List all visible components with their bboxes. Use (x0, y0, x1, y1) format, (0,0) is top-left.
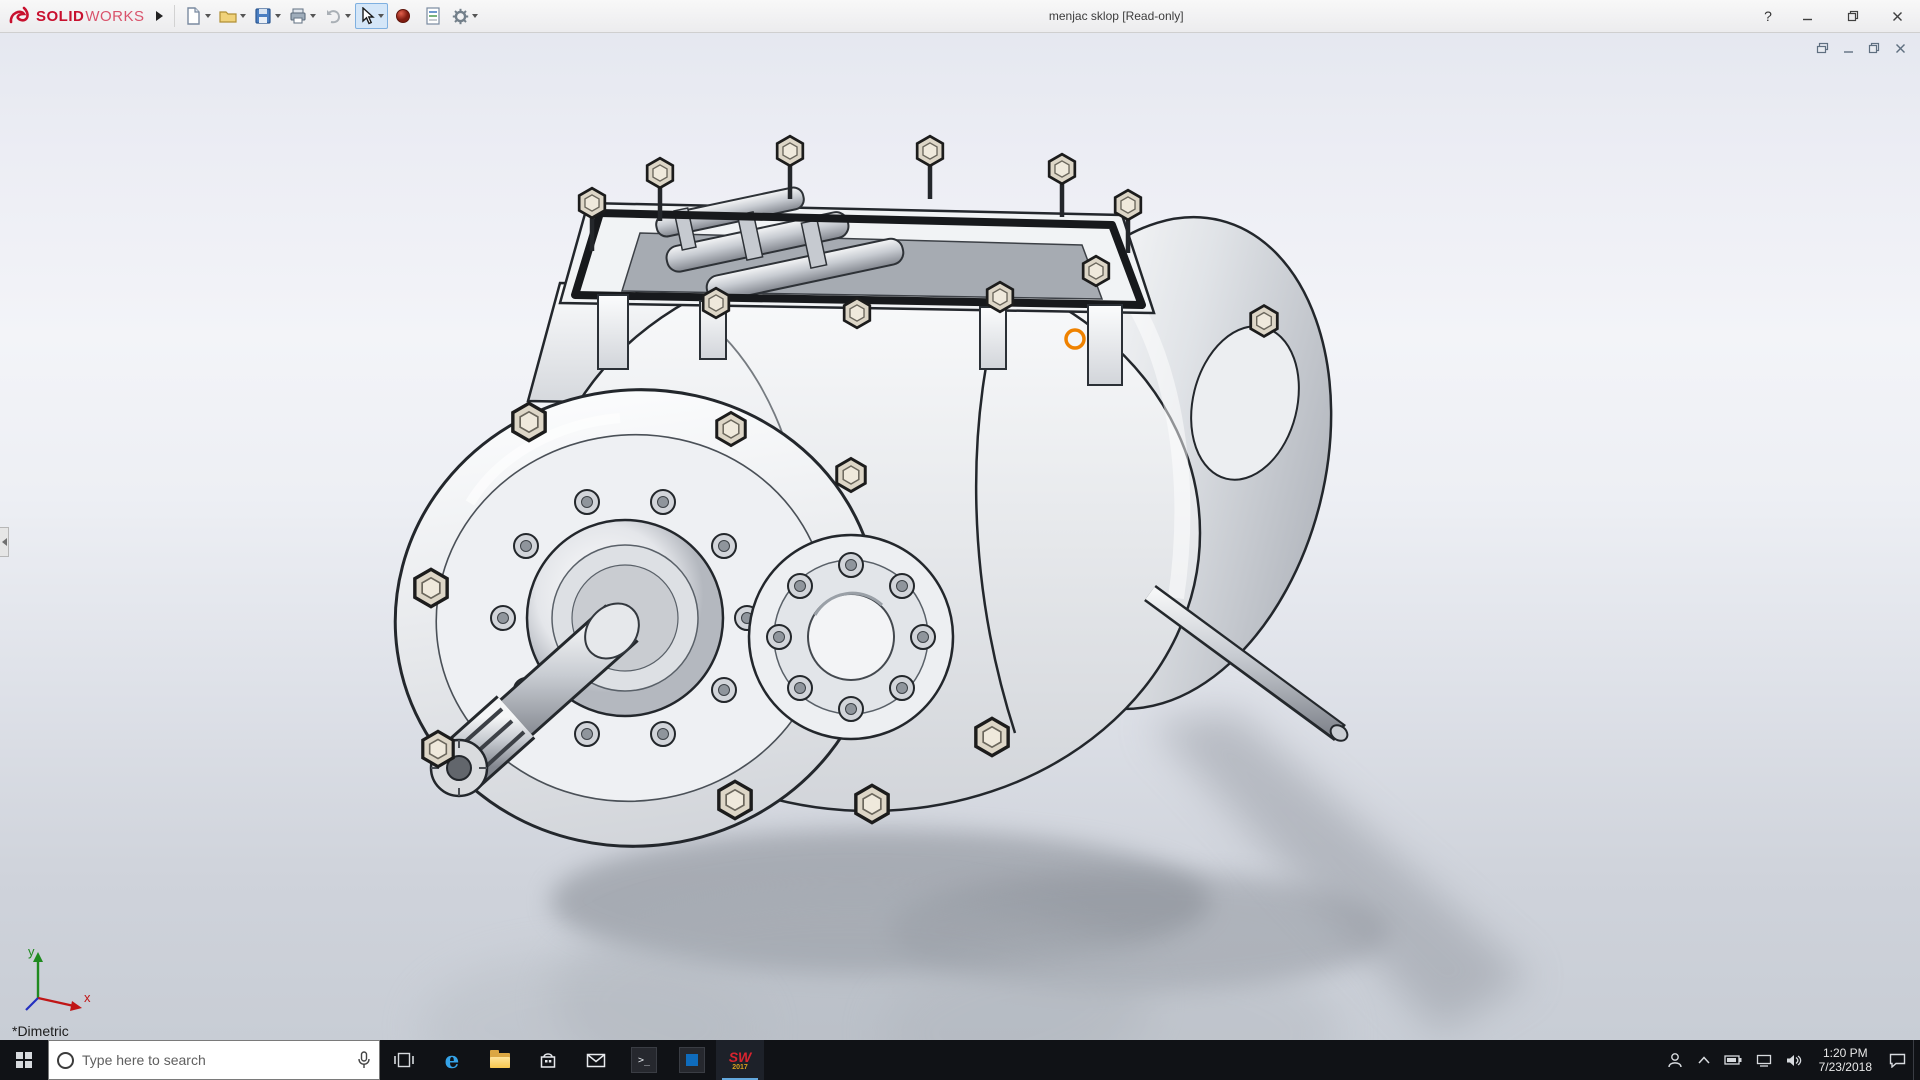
system-tray: 1:20 PM 7/23/2018 (1659, 1040, 1920, 1080)
help-button[interactable]: ? (1751, 8, 1785, 24)
new-document-button[interactable] (180, 3, 215, 29)
solidworks-2017-icon: SW 2017 (729, 1050, 752, 1071)
taskbar-command-prompt-button[interactable]: >_ (620, 1040, 668, 1080)
doc-restore-icon (1868, 42, 1880, 54)
select-button[interactable] (355, 3, 388, 29)
clock-date: 7/23/2018 (1819, 1060, 1872, 1074)
titlebar: SOLID WORKS (0, 0, 1920, 33)
appearances-button[interactable] (388, 3, 418, 29)
doc-minimize-button[interactable] (1838, 39, 1858, 57)
battery-status[interactable] (1717, 1040, 1749, 1080)
search-input[interactable] (82, 1052, 349, 1068)
open-button[interactable] (215, 3, 250, 29)
save-icon (254, 7, 272, 25)
tray-expand-button[interactable] (1691, 1040, 1717, 1080)
undo-button[interactable] (320, 3, 355, 29)
doc-float-icon (1816, 42, 1829, 54)
orientation-label: *Dimetric (12, 1023, 69, 1039)
design-binder-button[interactable] (418, 3, 448, 29)
taskbar-solidworks-button[interactable]: SW 2017 (716, 1040, 764, 1080)
gearbox-model (0, 33, 1920, 1040)
minimize-icon (1802, 11, 1813, 22)
task-view-button[interactable] (380, 1040, 428, 1080)
people-icon (1666, 1052, 1684, 1068)
graphics-area[interactable]: y x *Dimetric (0, 33, 1920, 1040)
taskbar-search[interactable] (48, 1040, 380, 1080)
photos-icon (679, 1047, 705, 1073)
task-view-icon (394, 1052, 414, 1068)
brand-solid: SOLID (36, 8, 84, 25)
window-title: menjac sklop [Read-only] (482, 9, 1751, 23)
restore-button[interactable] (1830, 0, 1875, 33)
gear-icon (452, 8, 469, 25)
new-document-icon (184, 7, 202, 25)
open-icon (219, 7, 237, 25)
ds-logo-icon (8, 5, 32, 27)
undo-icon (324, 7, 342, 25)
doc-close-button[interactable] (1890, 39, 1910, 57)
taskbar: e >_ SW 2017 (0, 1040, 1920, 1080)
save-button[interactable] (250, 3, 285, 29)
options-button[interactable] (448, 3, 482, 29)
clock-time: 1:20 PM (1823, 1046, 1868, 1060)
doc-close-icon (1895, 43, 1906, 54)
battery-icon (1724, 1055, 1742, 1065)
print-icon (289, 7, 307, 25)
taskbar-store-button[interactable] (524, 1040, 572, 1080)
mail-icon (586, 1053, 606, 1068)
taskbar-photos-button[interactable] (668, 1040, 716, 1080)
doc-float-button[interactable] (1812, 39, 1832, 57)
start-button[interactable] (0, 1040, 48, 1080)
print-button[interactable] (285, 3, 320, 29)
solidworks-logo: SOLID WORKS (0, 5, 151, 27)
network-icon (1756, 1054, 1772, 1067)
orientation-triad: y x (14, 940, 94, 1018)
taskbar-mail-button[interactable] (572, 1040, 620, 1080)
appearance-sphere-icon (395, 8, 411, 24)
doc-restore-button[interactable] (1864, 39, 1884, 57)
minimize-button[interactable] (1785, 0, 1830, 33)
chevron-up-icon (1698, 1056, 1710, 1064)
store-icon (539, 1051, 557, 1069)
triad-y-label: y (28, 944, 35, 959)
volume-status[interactable] (1779, 1040, 1809, 1080)
doc-minimize-icon (1843, 43, 1854, 54)
microphone-icon[interactable] (357, 1051, 371, 1069)
taskbar-edge-button[interactable]: e (428, 1040, 476, 1080)
brand-works: WORKS (85, 8, 144, 25)
action-center-icon (1889, 1053, 1906, 1068)
action-center-button[interactable] (1882, 1040, 1913, 1080)
edge-icon: e (445, 1047, 460, 1074)
file-explorer-icon (490, 1053, 510, 1068)
secondary-flange (749, 535, 953, 739)
design-binder-icon (425, 7, 441, 25)
taskbar-clock[interactable]: 1:20 PM 7/23/2018 (1809, 1040, 1882, 1080)
solidworks-window: SOLID WORKS (0, 0, 1920, 1080)
triad-x-label: x (84, 990, 91, 1005)
separator (174, 5, 175, 27)
speaker-icon (1786, 1054, 1802, 1067)
select-cursor-icon (359, 7, 375, 25)
menu-flyout-arrow[interactable] (151, 4, 169, 28)
cortana-icon (57, 1052, 74, 1069)
restore-icon (1847, 10, 1859, 22)
taskbar-file-explorer-button[interactable] (476, 1040, 524, 1080)
close-icon (1892, 11, 1903, 22)
people-button[interactable] (1659, 1040, 1691, 1080)
panel-splitter-handle[interactable] (0, 527, 9, 557)
show-desktop-button[interactable] (1913, 1040, 1920, 1080)
command-prompt-icon: >_ (631, 1047, 657, 1073)
close-button[interactable] (1875, 0, 1920, 33)
document-window-controls (1812, 39, 1910, 57)
network-status[interactable] (1749, 1040, 1779, 1080)
windows-logo-icon (16, 1052, 32, 1068)
